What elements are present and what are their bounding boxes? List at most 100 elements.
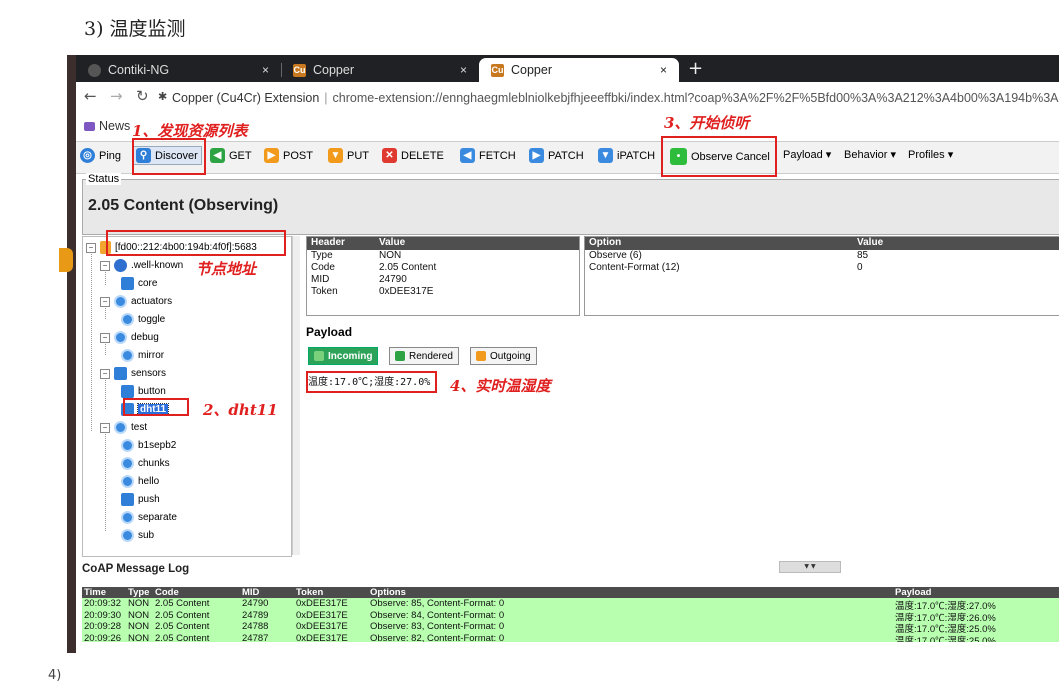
tree-item-actuators[interactable]: − actuators [100, 294, 172, 309]
tree-item-well-known[interactable]: − .well-known [100, 258, 183, 273]
cell: NON [128, 621, 150, 632]
url-field[interactable]: Copper (Cu4Cr) Extension | chrome-extensio… [172, 91, 1058, 105]
profiles-menu[interactable]: Profiles ▾ [908, 148, 953, 161]
incoming-icon [314, 351, 324, 361]
tree-item-sensors[interactable]: − sensors [100, 366, 166, 381]
log-row[interactable]: 20:09:26 NON 2.05 Content 24787 0xDEE317E Obs… [82, 632, 1059, 642]
annotation-box-observe [661, 136, 777, 177]
log-row[interactable]: 20:09:28 NON 2.05 Content 24788 0xDEE317E Obs… [82, 621, 1059, 635]
url-separator: | [324, 91, 328, 105]
copper-icon: Cu [293, 63, 306, 77]
url-path: chrome-extension://ennghaegmleblniolkebj… [332, 91, 1059, 105]
log-title: CoAP Message Log [82, 563, 190, 575]
collapse-icon[interactable]: − [86, 242, 96, 253]
tab-outgoing[interactable]: Outgoing [470, 347, 537, 365]
annotation-discover: 1、发现资源列表 [132, 122, 248, 140]
collapse-icon[interactable]: − [100, 260, 110, 271]
tree-item-hello[interactable]: hello [121, 474, 159, 489]
cell: 2.05 Content [379, 262, 437, 273]
log-row[interactable]: 20:09:32 NON 2.05 Content 24790 0xDEE317E Obs… [82, 598, 1059, 612]
arrow-right-icon: ▶ [529, 148, 544, 163]
reload-icon[interactable]: ↻ [136, 87, 149, 105]
option-table: Option Value Observe (6) 85 Content-Forma… [584, 236, 1059, 316]
collapse-icon[interactable]: − [100, 368, 110, 379]
tab-bar: Contiki-NG × Cu Copper × Cu Copper × + [76, 55, 1059, 82]
rss-icon [114, 367, 127, 380]
tree-item-chunks[interactable]: chunks [121, 456, 170, 471]
payload-title: Payload [306, 325, 353, 339]
tree-item-sub[interactable]: sub [121, 528, 154, 543]
patch-label: PATCH [548, 149, 584, 162]
tab-title: Copper [511, 63, 552, 77]
col-header: Header [311, 237, 345, 248]
tab-incoming[interactable]: Incoming [308, 347, 379, 365]
pane-splitter[interactable] [292, 236, 300, 555]
col-time: Time [84, 587, 107, 598]
log-row[interactable]: 20:09:30 NON 2.05 Content 24789 0xDEE317E Obs… [82, 609, 1059, 624]
option-table-head: Option Value [585, 237, 1059, 250]
tree-item-b1sepb2[interactable]: b1sepb2 [121, 438, 176, 453]
bookmark-label: News [99, 119, 131, 133]
cell: 0xDEE317E [296, 621, 348, 632]
resize-handle[interactable]: ▼ ▼ [779, 561, 841, 573]
post-button[interactable]: ▶ POST [264, 148, 313, 163]
cell: Observe: 85, Content-Format: 0 [370, 598, 505, 609]
bookmark-news[interactable]: News [84, 119, 130, 133]
message-log-table: Time Type Code MID Token Options Payload… [82, 587, 1059, 653]
tab-contiki[interactable]: Contiki-NG × [76, 58, 281, 82]
arrow-down-icon: ▼ [328, 148, 343, 163]
status-panel: Status 2.05 Content (Observing) [82, 173, 1059, 235]
tree-label: push [138, 494, 160, 505]
col-options: Options [370, 587, 406, 598]
tree-item-separate[interactable]: separate [121, 510, 177, 525]
cell: Token [311, 286, 338, 297]
tree-item-test[interactable]: − test [100, 420, 147, 435]
tree-item-mirror[interactable]: mirror [121, 348, 164, 363]
tree-label: actuators [131, 296, 173, 307]
forward-icon[interactable]: → [110, 87, 123, 105]
cell: Observe: 84, Content-Format: 0 [370, 609, 505, 621]
col-type: Type [128, 587, 150, 598]
close-tab-icon[interactable]: × [460, 63, 467, 77]
tab-copper-1[interactable]: Cu Copper × [281, 58, 479, 82]
collapse-icon[interactable]: − [100, 296, 110, 307]
cell: 20:09:26 [84, 632, 121, 642]
collapse-icon[interactable]: − [100, 332, 110, 343]
cell: 85 [857, 250, 869, 261]
tree-item-toggle[interactable]: toggle [121, 312, 165, 327]
close-tab-icon[interactable]: × [262, 63, 269, 77]
payload-menu[interactable]: Payload ▾ [783, 148, 831, 161]
col-mid: MID [242, 587, 260, 598]
resource-icon [121, 475, 134, 488]
ping-button[interactable]: ◎ Ping [80, 148, 121, 163]
patch-button[interactable]: ▶ PATCH [529, 148, 584, 163]
get-button[interactable]: ◀ GET [210, 148, 252, 163]
rss-icon [121, 385, 134, 398]
tree-label: core [138, 278, 158, 289]
cell: 20:09:32 [84, 598, 121, 609]
tab-copper-2[interactable]: Cu Copper × [479, 58, 679, 82]
header-table: Header Value Type NON Code 2.05 Content MI… [306, 236, 580, 316]
collapse-icon[interactable]: − [100, 422, 110, 433]
tree-item-button[interactable]: button [121, 384, 166, 399]
tree-item-debug[interactable]: − debug [100, 330, 159, 345]
ipatch-button[interactable]: ▼ iPATCH [598, 148, 655, 163]
cell: 温度:17.0℃;湿度:25.0% [895, 635, 996, 642]
cell: 20:09:28 [84, 621, 121, 632]
table-row: Code 2.05 Content [307, 262, 579, 274]
new-tab-button[interactable]: + [688, 58, 703, 79]
tab-label: Incoming [328, 350, 373, 362]
behavior-menu[interactable]: Behavior ▾ [844, 148, 896, 161]
search-icon [121, 277, 134, 290]
close-tab-icon[interactable]: × [660, 63, 667, 77]
tree-item-push[interactable]: push [121, 492, 160, 507]
resource-icon [114, 421, 127, 434]
back-icon[interactable]: ← [84, 87, 97, 105]
put-button[interactable]: ▼ PUT [328, 148, 369, 163]
tab-rendered[interactable]: Rendered [389, 347, 459, 365]
col-token: Token [296, 587, 324, 598]
delete-button[interactable]: ✕ DELETE [382, 148, 444, 163]
tree-item-core[interactable]: core [121, 276, 157, 291]
fetch-button[interactable]: ◀ FETCH [460, 148, 516, 163]
ipatch-label: iPATCH [617, 149, 656, 162]
